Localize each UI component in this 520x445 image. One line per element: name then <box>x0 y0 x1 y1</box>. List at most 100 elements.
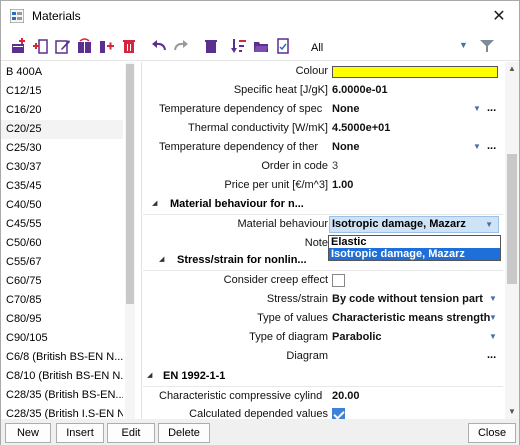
prop-label: Specific heat [J/gK] <box>233 84 328 96</box>
prop-order[interactable]: Order in code 3 <box>143 157 503 176</box>
undo-icon[interactable] <box>150 37 168 55</box>
list-item[interactable]: C50/60 <box>1 234 123 253</box>
chevron-down-icon[interactable]: ▼ <box>489 294 497 303</box>
section-material-behaviour[interactable]: ◢ Material behaviour for n... <box>143 195 503 215</box>
list-item[interactable]: C20/25 <box>1 120 123 139</box>
list-item[interactable]: C8/10 (British BS-EN N... <box>1 367 123 386</box>
behaviour-select[interactable]: Isotropic damage, Mazarz ▼ <box>329 216 499 233</box>
insert-icon[interactable] <box>32 37 50 55</box>
list-item[interactable]: C16/20 <box>1 101 123 120</box>
insert-button[interactable]: Insert <box>56 423 104 443</box>
dropdown-option-elastic[interactable]: Elastic <box>329 236 500 248</box>
collapse-icon[interactable]: ◢ <box>159 255 164 263</box>
list-scrollbar[interactable] <box>125 62 135 419</box>
prop-colour[interactable]: Colour <box>143 62 503 81</box>
prop-temp-dep-ther[interactable]: Temperature dependency of ther None ▼ ..… <box>143 138 503 157</box>
prop-value[interactable]: By code without tension part <box>332 290 483 309</box>
list-item[interactable]: C30/37 <box>1 158 123 177</box>
grid-scroll-thumb[interactable] <box>507 154 517 284</box>
list-item[interactable]: C6/8 (British BS-EN N... <box>1 348 123 367</box>
scroll-up-icon[interactable]: ▲ <box>508 64 516 73</box>
prop-label: Diagram <box>286 350 328 362</box>
document-icon[interactable] <box>274 37 292 55</box>
ellipsis-button[interactable]: ... <box>487 347 496 364</box>
prop-type-diagram[interactable]: Type of diagram Parabolic ▼ <box>143 328 503 347</box>
list-item[interactable]: C90/105 <box>1 329 123 348</box>
prop-value[interactable]: 1.00 <box>332 176 353 195</box>
copy-icon[interactable] <box>76 37 94 55</box>
chevron-down-icon[interactable]: ▼ <box>473 104 481 113</box>
list-item[interactable]: C35/45 <box>1 177 123 196</box>
prop-value[interactable]: Parabolic <box>332 328 382 347</box>
list-item[interactable]: C12/15 <box>1 82 123 101</box>
scroll-down-icon[interactable]: ▼ <box>508 407 516 416</box>
prop-price[interactable]: Price per unit [€/m^3] 1.00 <box>143 176 503 195</box>
new-button[interactable]: New <box>5 423 51 443</box>
dropdown-option-isotropic[interactable]: Isotropic damage, Mazarz <box>329 248 500 260</box>
close-window-button[interactable]: ✕ <box>479 1 519 31</box>
ellipsis-button[interactable]: ... <box>487 138 496 155</box>
materials-list[interactable]: C28/35 (British I.S-EN N... C28/35 (Briti… <box>1 62 139 419</box>
add-icon[interactable] <box>98 37 116 55</box>
sort-icon[interactable] <box>230 37 248 55</box>
edit-icon[interactable] <box>54 37 72 55</box>
section-title: EN 1992-1-1 <box>163 370 226 382</box>
edit-button[interactable]: Edit <box>107 423 155 443</box>
list-scroll-thumb[interactable] <box>126 64 134 304</box>
prop-char-comp[interactable]: Characteristic compressive cylind 20.00 <box>143 387 503 406</box>
prop-label: Material behaviour <box>237 218 329 230</box>
prop-value[interactable]: None <box>332 100 360 119</box>
title-bar: Materials ✕ <box>1 1 519 31</box>
list-item[interactable]: C55/67 <box>1 253 123 272</box>
new-icon[interactable] <box>10 37 28 55</box>
list-item[interactable]: C40/50 <box>1 196 123 215</box>
delete-icon[interactable] <box>120 37 138 55</box>
prop-value[interactable]: Characteristic means strength <box>332 309 490 328</box>
collapse-icon[interactable]: ◢ <box>147 371 152 379</box>
list-item[interactable]: C28/35 (British I.S-EN N... <box>1 405 123 419</box>
prop-value[interactable]: 6.0000e-01 <box>332 81 388 100</box>
filter-select[interactable]: All <box>311 42 323 54</box>
prop-thermal-cond[interactable]: Thermal conductivity [W/mK] 4.5000e+01 <box>143 119 503 138</box>
prop-type-values[interactable]: Type of values Characteristic means stre… <box>143 309 503 328</box>
pane-divider[interactable] <box>141 62 142 419</box>
prop-material-behaviour[interactable]: Material behaviour Isotropic damage, Maz… <box>143 215 503 234</box>
close-button[interactable]: Close <box>468 423 516 443</box>
open-icon[interactable] <box>252 37 270 55</box>
prop-value[interactable]: 4.5000e+01 <box>332 119 390 138</box>
list-item[interactable]: C45/55 <box>1 215 123 234</box>
prop-temp-dep-spec[interactable]: Temperature dependency of spec None ▼ ..… <box>143 100 503 119</box>
behaviour-dropdown-list[interactable]: Elastic Isotropic damage, Mazarz <box>328 235 501 261</box>
chevron-down-icon[interactable]: ▼ <box>489 332 497 341</box>
redo-icon[interactable] <box>172 37 190 55</box>
list-item[interactable]: C28/35 (British BS-EN... <box>1 386 123 405</box>
delete-button[interactable]: Delete <box>158 423 210 443</box>
list-item[interactable]: C25/30 <box>1 139 123 158</box>
list-item[interactable]: C70/85 <box>1 291 123 310</box>
prop-creep[interactable]: Consider creep effect <box>143 271 503 290</box>
colour-swatch[interactable] <box>332 66 498 78</box>
funnel-icon[interactable] <box>480 39 494 56</box>
prop-label: Temperature dependency of spec <box>159 103 323 115</box>
trash-icon[interactable] <box>202 37 220 55</box>
list-item[interactable]: C80/95 <box>1 310 123 329</box>
prop-diagram[interactable]: Diagram ... <box>143 347 503 366</box>
chevron-down-icon[interactable]: ▼ <box>485 220 493 229</box>
calc-dep-checkbox[interactable] <box>332 408 345 419</box>
collapse-icon[interactable]: ◢ <box>152 199 157 207</box>
section-en-1992[interactable]: ◢ EN 1992-1-1 <box>143 367 503 387</box>
chevron-down-icon[interactable]: ▼ <box>473 142 481 151</box>
list-item[interactable]: B 400A <box>1 63 123 82</box>
prop-stress-strain[interactable]: Stress/strain By code without tension pa… <box>143 290 503 309</box>
prop-value[interactable]: 20.00 <box>332 387 360 406</box>
prop-calc-dep[interactable]: Calculated depended values <box>143 405 503 419</box>
list-item[interactable]: C60/75 <box>1 272 123 291</box>
ellipsis-button[interactable]: ... <box>487 100 496 117</box>
grid-scrollbar[interactable]: ▲ ▼ <box>505 62 519 419</box>
chevron-down-icon[interactable]: ▼ <box>489 313 497 322</box>
prop-specific-heat[interactable]: Specific heat [J/gK] 6.0000e-01 <box>143 81 503 100</box>
creep-checkbox[interactable] <box>332 274 345 287</box>
prop-value[interactable]: None <box>332 138 360 157</box>
chevron-down-icon[interactable]: ▼ <box>459 40 468 50</box>
prop-label: Colour <box>295 65 328 77</box>
